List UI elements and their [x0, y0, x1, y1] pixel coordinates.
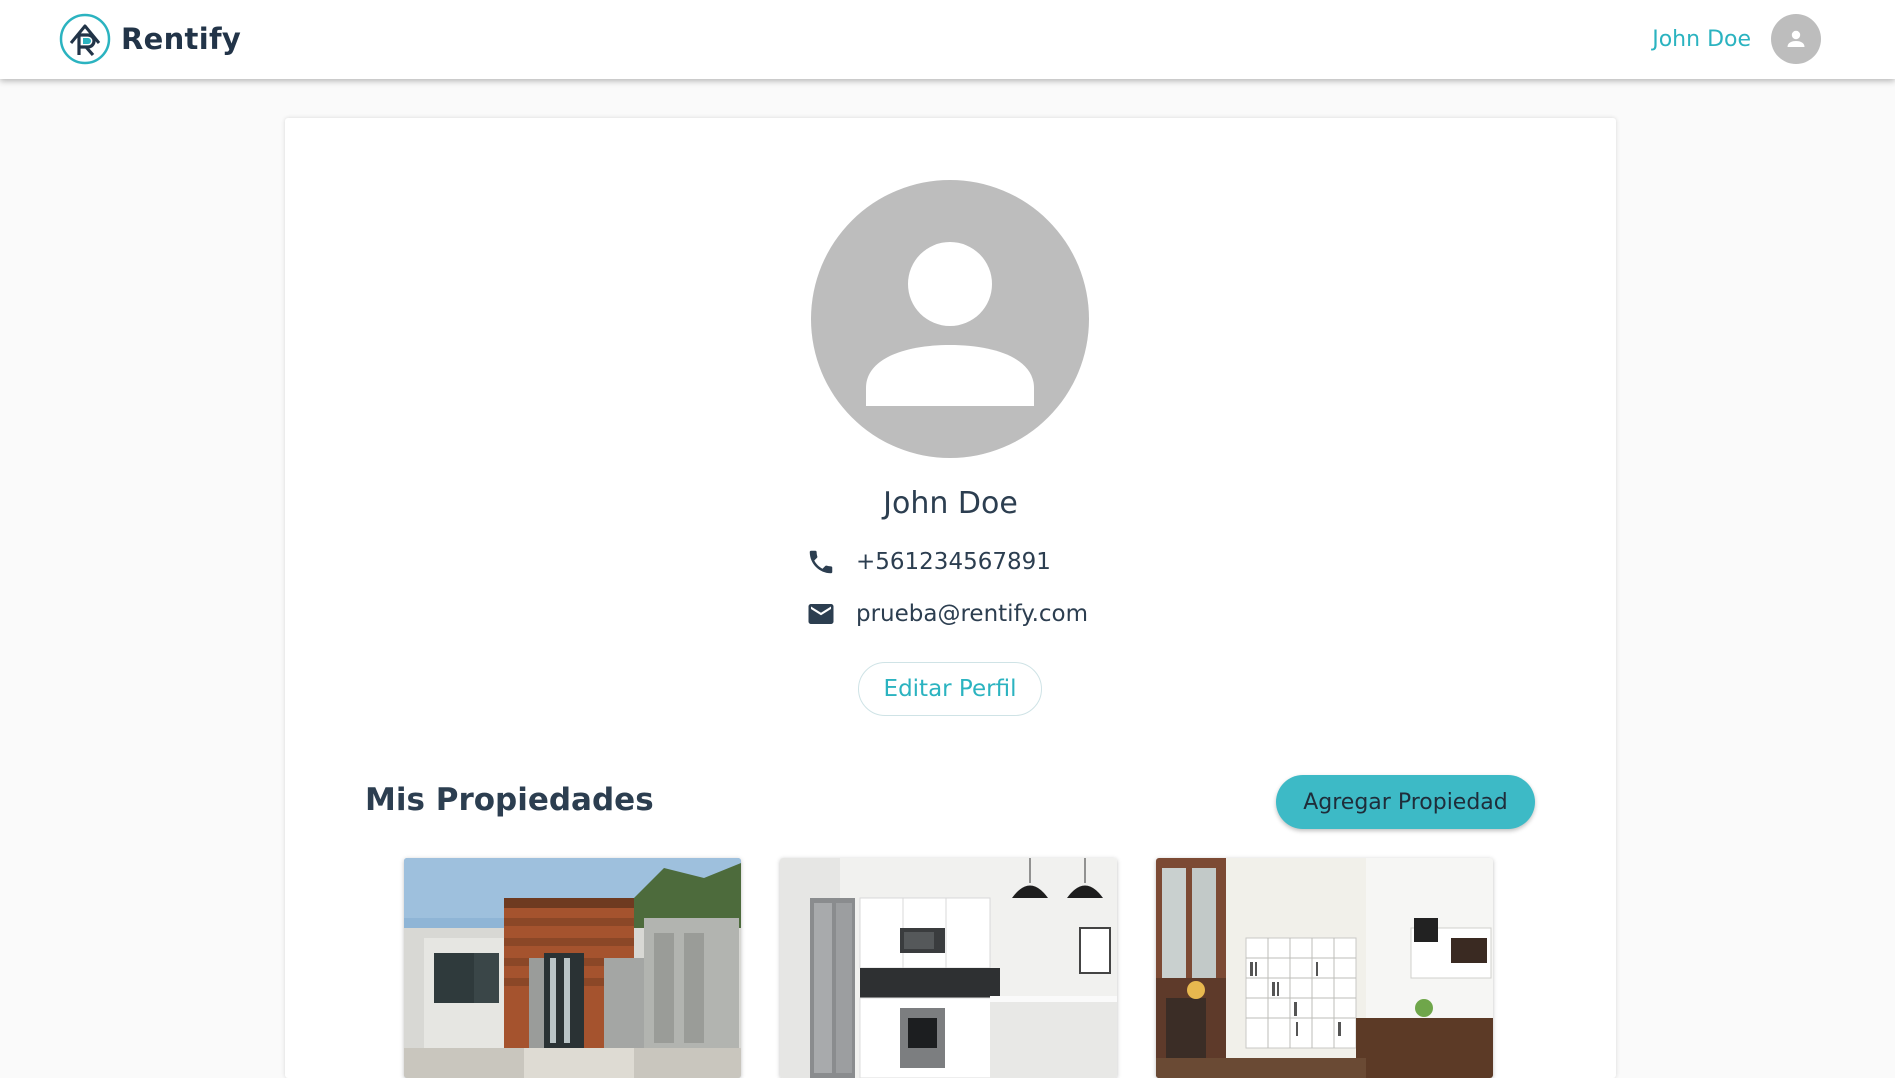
user-avatar-icon [1787, 30, 1805, 47]
profile-avatar [811, 180, 1089, 458]
phone-number: +561234567891 [856, 549, 1051, 575]
property-image-house [404, 858, 741, 1078]
add-property-button[interactable]: Agregar Propiedad [1276, 775, 1535, 829]
brand[interactable]: Rentify [59, 13, 241, 65]
phone-icon [809, 550, 833, 574]
edit-profile-button[interactable]: Editar Perfil [858, 662, 1042, 716]
profile-name: John Doe [883, 486, 1018, 521]
brand-name: Rentify [121, 22, 242, 56]
properties-title: Mis Propiedades [365, 782, 654, 818]
email-address: prueba@rentify.com [856, 601, 1089, 627]
property-card-2[interactable] [780, 858, 1117, 1078]
property-card-3[interactable] [1156, 858, 1493, 1078]
property-image-loft [1156, 858, 1493, 1078]
header-user-name[interactable]: John Doe [1652, 27, 1751, 52]
profile-card: John Doe +561234567891 prueba@rentify.co… [285, 118, 1616, 1078]
email-row: prueba@rentify.com [806, 596, 1088, 632]
property-card-1[interactable] [404, 858, 741, 1078]
phone-row: +561234567891 [806, 544, 1051, 580]
top-navbar: Rentify John Doe [0, 0, 1895, 79]
rentify-logo-icon [59, 13, 111, 65]
header-avatar[interactable] [1771, 14, 1821, 64]
email-icon [808, 604, 834, 624]
property-image-kitchen [780, 858, 1117, 1078]
property-list [404, 858, 1504, 1078]
user-menu[interactable]: John Doe [1652, 13, 1821, 65]
profile-avatar-icon [866, 242, 1034, 406]
